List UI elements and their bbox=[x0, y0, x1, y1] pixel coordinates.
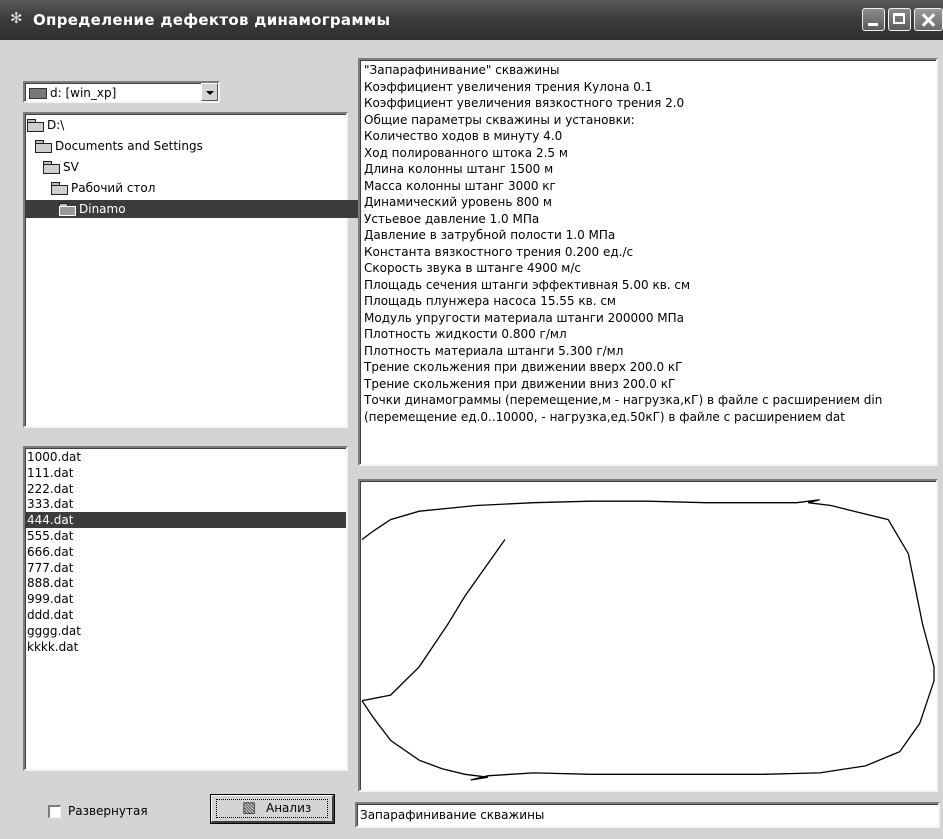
file-item[interactable]: 777.dat bbox=[25, 560, 346, 576]
directory-list[interactable]: D:\ Documents and Settings SV Рабочий стол D… bbox=[23, 112, 380, 428]
file-item[interactable]: 999.dat bbox=[25, 591, 346, 607]
main-window: ✻ Определение дефектов динамограммы d: [… bbox=[0, 0, 943, 839]
directory-item[interactable]: D:\ bbox=[27, 116, 64, 134]
file-item[interactable]: 111.dat bbox=[25, 465, 346, 481]
file-item[interactable]: 888.dat bbox=[25, 575, 346, 591]
drive-icon bbox=[29, 88, 47, 99]
parameter-line: Трение скольжения при движении вверх 200… bbox=[364, 360, 683, 374]
parameter-line: Точки динамограммы (перемещение,м - нагр… bbox=[364, 393, 883, 407]
directory-label: D:\ bbox=[47, 118, 65, 132]
folder-icon bbox=[43, 161, 60, 174]
dynamogram-plot bbox=[358, 479, 938, 792]
close-button[interactable] bbox=[914, 8, 943, 31]
drive-value: d: [win_xp] bbox=[50, 86, 117, 100]
parameter-line: Площадь плунжера насоса 15.55 кв. см bbox=[364, 294, 616, 308]
expanded-checkbox-label[interactable]: Развернутая bbox=[68, 804, 148, 818]
directory-label: Dinamo bbox=[79, 202, 126, 216]
dynamogram-chart bbox=[361, 499, 935, 781]
analyze-button[interactable]: ▧ Анализ bbox=[210, 794, 335, 824]
parameter-line: Модуль упругости материала штанги 200000… bbox=[364, 310, 684, 325]
file-item[interactable]: gggg.dat bbox=[25, 623, 346, 639]
folder-icon bbox=[27, 119, 44, 132]
parameter-line: "Запарафинивание" скважины bbox=[364, 63, 560, 77]
maximize-button[interactable] bbox=[888, 8, 911, 31]
file-item[interactable]: ddd.dat bbox=[25, 607, 346, 623]
window-title: Определение дефектов динамограммы bbox=[33, 11, 391, 29]
folder-icon bbox=[35, 140, 52, 153]
directory-item[interactable]: Dinamo bbox=[25, 200, 380, 218]
parameter-line: Скорость звука в штанге 4900 м/с bbox=[364, 261, 581, 275]
folder-icon bbox=[59, 203, 76, 216]
parameter-line: Коэффициент увеличения трения Кулона 0.1 bbox=[364, 79, 653, 94]
parameter-line: Масса колонны штанг 3000 кг bbox=[364, 178, 556, 193]
directory-item[interactable]: Documents and Settings bbox=[35, 137, 203, 155]
title-bar: ✻ Определение дефектов динамограммы bbox=[0, 0, 943, 40]
file-item[interactable]: 555.dat bbox=[25, 528, 346, 544]
file-item[interactable]: 444.dat bbox=[25, 512, 346, 529]
parameter-line: Коэффициент увеличения вязкостного трени… bbox=[364, 96, 685, 110]
file-item[interactable]: 222.dat bbox=[25, 481, 346, 497]
parameter-line: (перемещение ед.0..10000, - нагрузка,ед.… bbox=[364, 409, 845, 424]
directory-item[interactable]: Рабочий стол bbox=[51, 179, 155, 197]
minimize-button[interactable] bbox=[862, 8, 885, 31]
file-item[interactable]: 333.dat bbox=[25, 496, 346, 512]
parameters-memo[interactable]: "Запарафинивание" скважины Коэффициент у… bbox=[358, 58, 938, 466]
directory-label: SV bbox=[63, 160, 79, 174]
file-item[interactable]: 1000.dat bbox=[25, 449, 346, 465]
parameter-line: Длина колонны штанг 1500 м bbox=[364, 162, 554, 176]
folder-icon bbox=[51, 182, 68, 195]
directory-item[interactable]: SV bbox=[43, 158, 79, 176]
parameter-line: Общие параметры скважины и установки: bbox=[364, 112, 635, 127]
app-icon: ✻ bbox=[10, 10, 23, 27]
directory-label: Documents and Settings bbox=[55, 139, 203, 153]
parameter-line: Количество ходов в минуту 4.0 bbox=[364, 129, 563, 143]
result-field[interactable]: Запарафинивание скважины bbox=[355, 802, 940, 828]
expanded-checkbox[interactable] bbox=[48, 805, 61, 818]
analyze-button-label: Анализ bbox=[266, 801, 312, 815]
parameter-line: Ход полированного штока 2.5 м bbox=[364, 145, 568, 160]
result-text: Запарафинивание скважины bbox=[360, 808, 545, 822]
drive-combobox[interactable]: d: [win_xp] bbox=[23, 81, 220, 103]
dynamogram-curve bbox=[361, 499, 935, 781]
parameter-line: Динамический уровень 800 м bbox=[364, 195, 552, 209]
file-item[interactable]: kkkk.dat bbox=[25, 639, 346, 655]
parameter-line: Устьевое давление 1.0 МПа bbox=[364, 211, 540, 226]
file-item[interactable]: 666.dat bbox=[25, 544, 346, 560]
parameter-line: Площадь сечения штанги эффективная 5.00 … bbox=[364, 277, 691, 292]
dynamogram-curve-rise bbox=[361, 539, 506, 702]
parameter-line: Плотность материала штанги 5.300 г/мл bbox=[364, 343, 624, 358]
parameter-line: Трение скольжения при движении вниз 200.… bbox=[364, 376, 676, 391]
chevron-down-icon[interactable] bbox=[201, 83, 218, 101]
file-list[interactable]: 1000.dat 111.dat 222.dat 333.dat 444.dat 555.… bbox=[23, 446, 348, 771]
parameter-line: Плотность жидкости 0.800 г/мл bbox=[364, 327, 567, 341]
parameter-line: Константа вязкостного трения 0.200 ед./с bbox=[364, 244, 634, 259]
parameter-line: Давление в затрубной полости 1.0 МПа bbox=[364, 228, 616, 242]
directory-label: Рабочий стол bbox=[71, 181, 156, 195]
analyze-icon: ▧ bbox=[242, 799, 257, 816]
